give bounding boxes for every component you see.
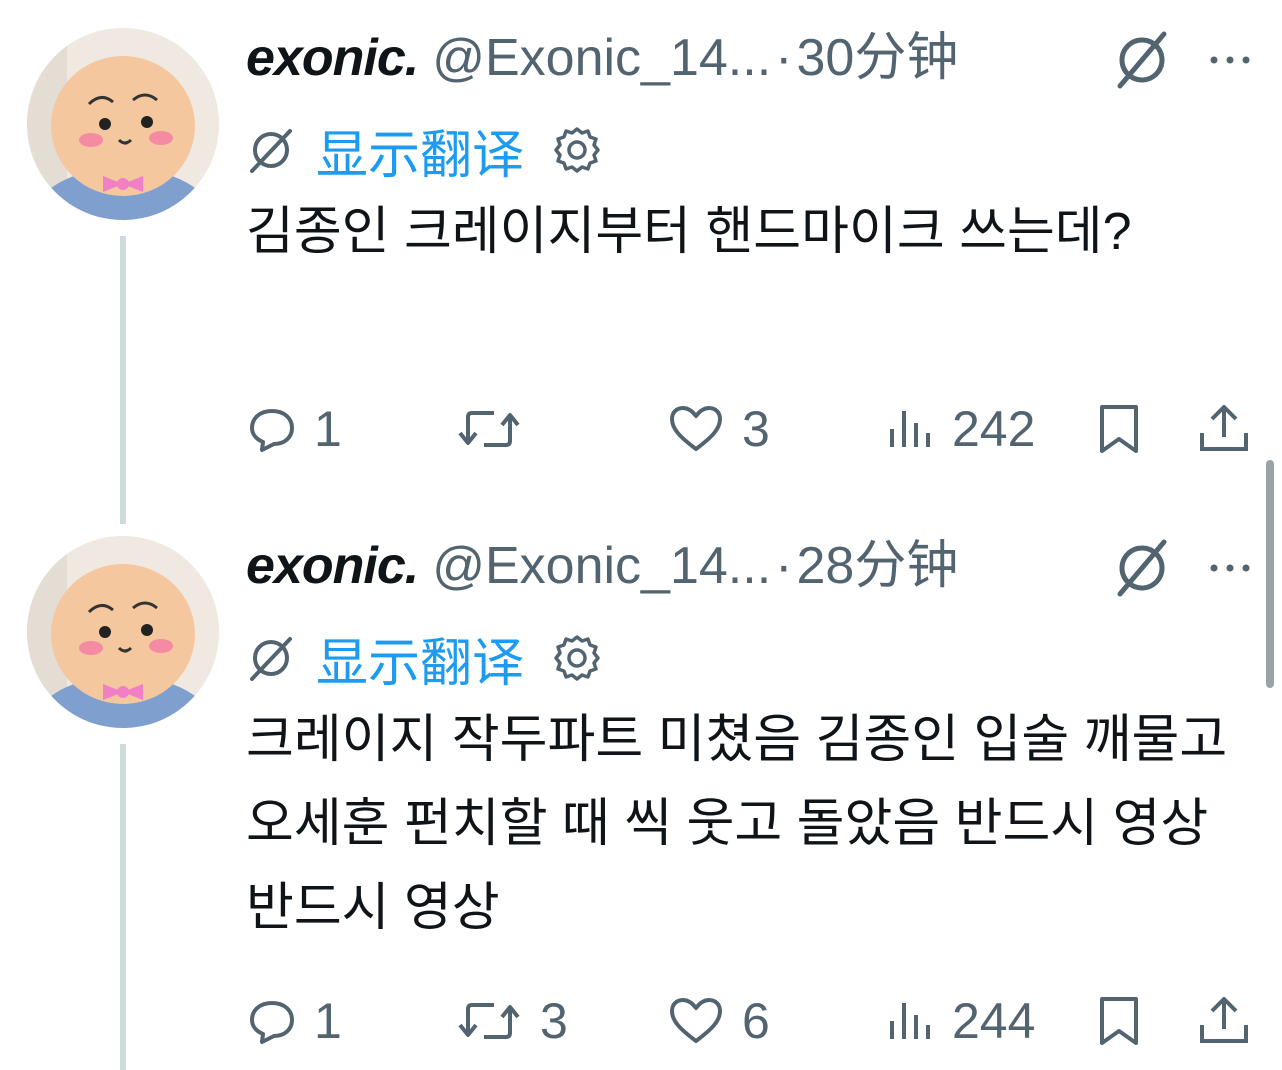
reply-bubble-icon — [246, 995, 298, 1047]
more-dots-icon[interactable] — [1206, 20, 1254, 100]
tweet-text: 김종인 크레이지부터 핸드마이크 쓰는데? — [246, 203, 1132, 261]
share-icon — [1196, 993, 1252, 1049]
mascot-avatar-icon — [27, 536, 219, 728]
display-name[interactable]: exonic. — [246, 18, 419, 98]
share-button[interactable] — [1196, 986, 1252, 1056]
retweet-button[interactable]: 3 — [454, 986, 568, 1056]
view-count: 242 — [952, 401, 1036, 457]
tweet[interactable]: exonic. @Exonic_14... · 30分钟 显示翻译 김종인 크레… — [0, 0, 1282, 520]
share-button[interactable] — [1196, 394, 1252, 464]
retweet-button[interactable] — [454, 394, 540, 464]
translate-row: 显示翻译 — [246, 618, 604, 698]
heart-icon — [666, 995, 726, 1047]
share-icon — [1196, 401, 1252, 457]
retweet-icon — [454, 403, 524, 455]
reply-button[interactable]: 1 — [246, 394, 342, 464]
views-bars-icon — [886, 403, 936, 455]
reply-bubble-icon — [246, 403, 298, 455]
avatar[interactable] — [27, 28, 219, 220]
reply-count: 1 — [314, 401, 342, 457]
tweet-text: 크레이지 작두파트 미쳤음 김종인 입술 깨물고 오세훈 펀치할 때 씩 웃고 … — [246, 711, 1228, 937]
view-count: 244 — [952, 993, 1036, 1049]
handle[interactable]: @Exonic_14... — [432, 526, 771, 606]
retweet-icon — [454, 995, 524, 1047]
bookmark-icon — [1094, 401, 1144, 457]
timestamp[interactable]: 30分钟 — [796, 18, 958, 98]
like-button[interactable]: 3 — [666, 394, 770, 464]
views-button[interactable]: 244 — [886, 986, 1035, 1056]
avatar[interactable] — [27, 536, 219, 728]
like-count: 3 — [742, 401, 770, 457]
retweet-count: 3 — [540, 993, 568, 1049]
grok-slash-icon[interactable] — [1112, 528, 1172, 608]
like-button[interactable]: 6 — [666, 986, 770, 1056]
handle[interactable]: @Exonic_14... — [432, 18, 771, 98]
show-translation-link[interactable]: 显示翻译 — [316, 113, 524, 188]
show-translation-link[interactable]: 显示翻译 — [316, 621, 524, 696]
heart-icon — [666, 403, 726, 455]
views-button[interactable]: 242 — [886, 394, 1035, 464]
gear-icon[interactable] — [550, 123, 604, 177]
more-dots-icon[interactable] — [1206, 528, 1254, 608]
views-bars-icon — [886, 995, 936, 1047]
separator-dot: · — [775, 537, 793, 595]
action-bar: 1 3 6 244 — [246, 986, 1256, 1056]
action-bar: 1 3 242 — [246, 394, 1256, 464]
bookmark-button[interactable] — [1094, 394, 1144, 464]
separator-dot: · — [775, 29, 793, 87]
bookmark-icon — [1094, 993, 1144, 1049]
reply-count: 1 — [314, 993, 342, 1049]
timestamp[interactable]: 28分钟 — [796, 526, 958, 606]
tweet[interactable]: exonic. @Exonic_14... · 28分钟 显示翻译 크레이지 작… — [0, 508, 1282, 1070]
mascot-avatar-icon — [27, 28, 219, 220]
like-count: 6 — [742, 993, 770, 1049]
translate-slash-icon — [246, 633, 296, 683]
bookmark-button[interactable] — [1094, 986, 1144, 1056]
display-name[interactable]: exonic. — [246, 526, 419, 606]
grok-slash-icon[interactable] — [1112, 20, 1172, 100]
translate-slash-icon — [246, 125, 296, 175]
reply-button[interactable]: 1 — [246, 986, 342, 1056]
translate-row: 显示翻译 — [246, 110, 604, 190]
gear-icon[interactable] — [550, 631, 604, 685]
